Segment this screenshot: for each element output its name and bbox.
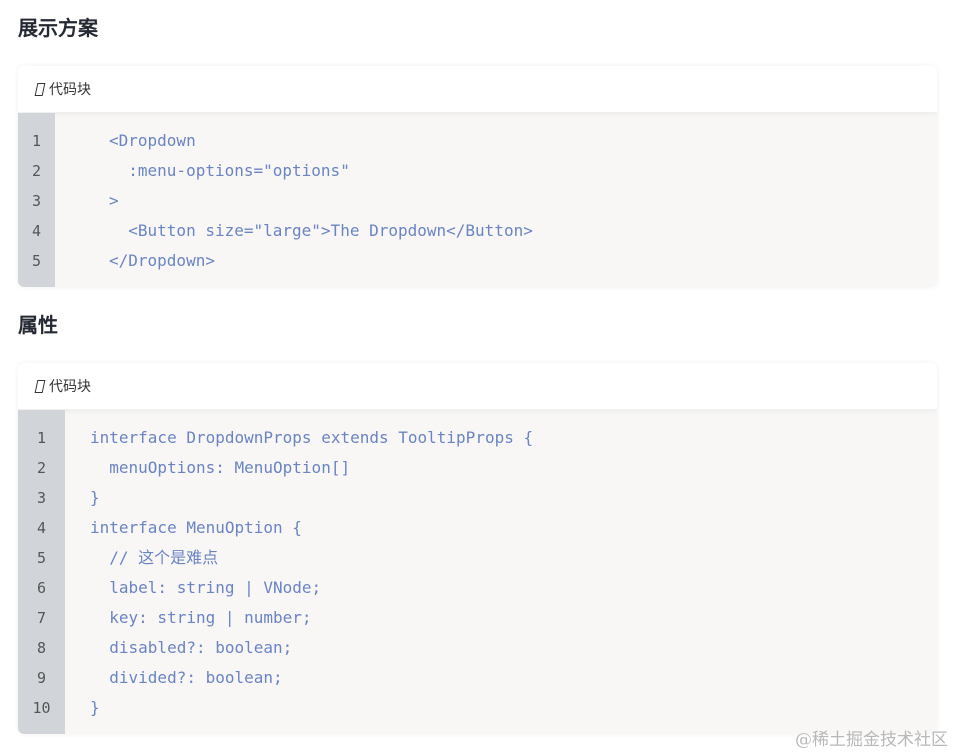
code-block-display: 代码块 1 2 3 4 5 <Dropdown :menu-options="o…: [18, 66, 937, 287]
code-line: interface MenuOption {: [90, 518, 302, 537]
code-line: disabled?: boolean;: [90, 638, 293, 657]
line-number-gutter: 1 2 3 4 5 6 7 8 9 10: [18, 410, 65, 734]
code-line: }: [90, 488, 100, 507]
line-number: 1: [36, 429, 47, 447]
code-line: <Button size="large">The Dropdown</Butto…: [109, 221, 533, 240]
code-line: }: [90, 698, 100, 717]
code-line: // 这个是难点: [90, 548, 219, 567]
line-number: 4: [36, 519, 47, 537]
section-title-props: 属性: [18, 313, 58, 337]
code-line: menuOptions: MenuOption[]: [90, 458, 351, 477]
code-block-header[interactable]: 代码块: [18, 363, 937, 410]
line-number: 2: [36, 459, 47, 477]
code-line: </Dropdown>: [109, 251, 215, 270]
line-number: 3: [36, 489, 47, 507]
document-icon: [34, 82, 46, 96]
code-block-props: 代码块 1 2 3 4 5 6 7 8 9 10 interface Dropd…: [18, 363, 937, 734]
code-line: interface DropdownProps extends TooltipP…: [90, 428, 534, 447]
line-number: 9: [36, 669, 47, 687]
line-number: 10: [32, 699, 51, 717]
code-line: divided?: boolean;: [90, 668, 283, 687]
section-title-display: 展示方案: [18, 16, 98, 40]
line-number: 4: [31, 222, 42, 240]
document-icon: [34, 379, 46, 393]
code-line: :menu-options="options": [109, 161, 350, 180]
code-block-label: 代码块: [49, 379, 91, 395]
watermark: @稀土掘金技术社区: [795, 730, 948, 750]
line-number: 8: [36, 639, 47, 657]
line-number: 6: [36, 579, 47, 597]
code-block-label: 代码块: [49, 82, 91, 98]
line-number-gutter: 1 2 3 4 5: [18, 113, 55, 287]
line-number: 5: [36, 549, 47, 567]
line-number: 5: [31, 252, 42, 270]
code-block-header[interactable]: 代码块: [18, 66, 937, 113]
code-line: key: string | number;: [90, 608, 312, 627]
code-content[interactable]: interface DropdownProps extends TooltipP…: [65, 410, 533, 734]
code-content[interactable]: <Dropdown :menu-options="options" > <But…: [55, 113, 533, 287]
line-number: 7: [36, 609, 47, 627]
code-line: <Dropdown: [109, 131, 196, 150]
line-number: 1: [31, 132, 42, 150]
line-number: 3: [31, 192, 42, 210]
code-line: >: [109, 191, 119, 210]
line-number: 2: [31, 162, 42, 180]
code-line: label: string | VNode;: [90, 578, 322, 597]
